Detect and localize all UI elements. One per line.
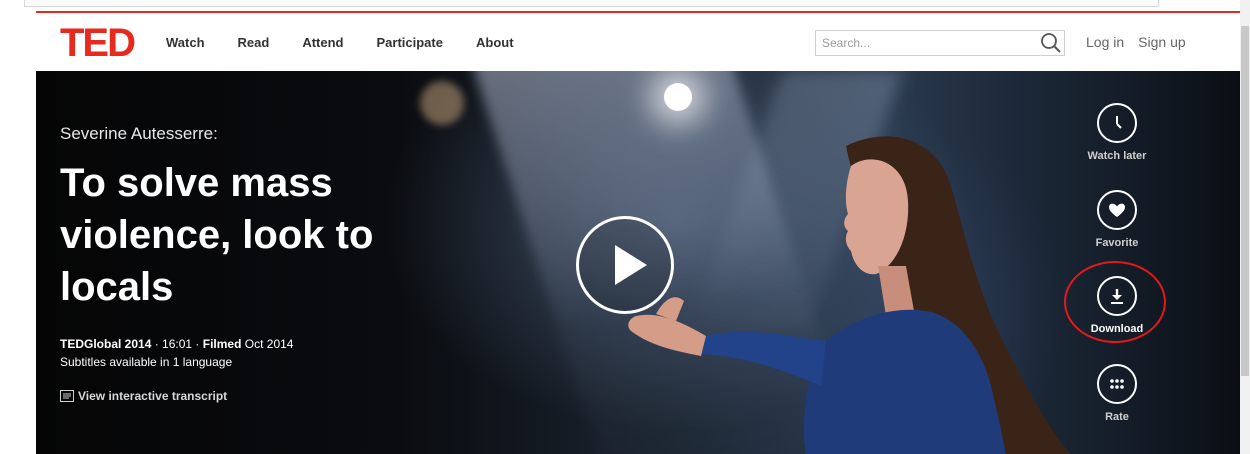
search-icon[interactable] — [1038, 30, 1064, 56]
transcript-link[interactable]: View interactive transcript — [60, 389, 227, 403]
transcript-label: View interactive transcript — [78, 389, 228, 403]
stage-light-glow — [420, 81, 464, 125]
search-box — [815, 30, 1065, 56]
dots-icon — [1097, 364, 1137, 404]
scrollbar-thumb[interactable] — [1241, 26, 1249, 376]
watch-later-button[interactable]: Watch later — [1077, 103, 1157, 162]
signup-link[interactable]: Sign up — [1138, 34, 1185, 50]
nav-read[interactable]: Read — [238, 35, 270, 50]
play-button[interactable] — [576, 216, 674, 314]
nav-watch[interactable]: Watch — [166, 35, 205, 50]
favorite-button[interactable]: Favorite — [1077, 190, 1157, 249]
rate-button[interactable]: Rate — [1077, 364, 1157, 423]
nav-participate[interactable]: Participate — [377, 35, 443, 50]
browser-frame — [24, 0, 1159, 7]
search-input[interactable] — [816, 31, 1036, 55]
watch-later-label: Watch later — [1087, 150, 1147, 162]
ted-logo[interactable]: TED — [60, 23, 136, 63]
filmed-label: Filmed — [202, 337, 242, 351]
transcript-icon — [60, 390, 74, 402]
clock-icon — [1097, 103, 1137, 143]
event-name[interactable]: TEDGlobal 2014 — [60, 337, 151, 351]
main-nav: Watch Read Attend Participate About — [166, 35, 547, 50]
filmed-date: Oct 2014 — [244, 337, 294, 351]
download-highlight-ring — [1064, 261, 1166, 343]
talk-hero: Severine Autesserre: To solve mass viole… — [36, 71, 1240, 454]
subtitles-info[interactable]: Subtitles available in 1 language — [60, 355, 232, 369]
talk-title: To solve mass violence, look to locals — [60, 161, 374, 309]
rate-label: Rate — [1105, 411, 1129, 423]
login-link[interactable]: Log in — [1086, 34, 1124, 50]
heart-icon — [1097, 190, 1137, 230]
talk-duration: · 16:01 · — [154, 337, 200, 351]
auth-links: Log in Sign up — [1086, 34, 1200, 50]
play-icon — [615, 245, 647, 285]
talk-meta: TEDGlobal 2014 · 16:01 · Filmed Oct 2014 — [60, 337, 293, 351]
site-header: TED Watch Read Attend Participate About … — [36, 13, 1240, 71]
nav-about[interactable]: About — [476, 35, 514, 50]
speaker-name: Severine Autesserre: — [60, 124, 218, 143]
nav-attend[interactable]: Attend — [302, 35, 343, 50]
favorite-label: Favorite — [1095, 237, 1139, 249]
stage-spotlight — [664, 83, 692, 111]
